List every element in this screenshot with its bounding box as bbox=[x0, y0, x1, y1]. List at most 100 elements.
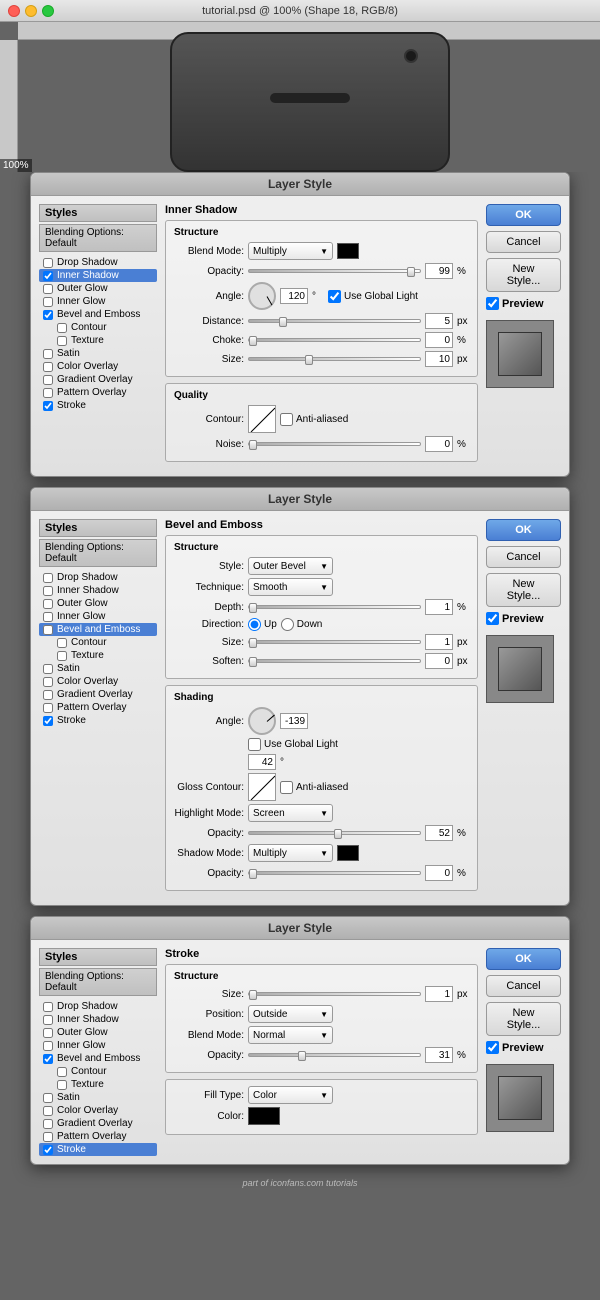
style-inner-shadow-2[interactable]: Inner Shadow bbox=[39, 584, 157, 597]
preview-check-row-3[interactable]: Preview bbox=[486, 1041, 561, 1054]
dir-up-radio-2[interactable] bbox=[248, 618, 261, 631]
close-button[interactable] bbox=[8, 5, 20, 17]
new-style-button-1[interactable]: New Style... bbox=[486, 258, 561, 292]
style-inner-shadow-1[interactable]: Inner Shadow bbox=[39, 269, 157, 282]
style-stroke-3[interactable]: Stroke bbox=[39, 1143, 157, 1156]
color-overlay-check-1[interactable] bbox=[43, 362, 53, 372]
size-thumb-2[interactable] bbox=[249, 638, 257, 648]
style-gradient-overlay-1[interactable]: Gradient Overlay bbox=[39, 373, 157, 386]
gradient-overlay-check-3[interactable] bbox=[43, 1119, 53, 1129]
ok-button-3[interactable]: OK bbox=[486, 948, 561, 970]
noise-thumb-1[interactable] bbox=[249, 440, 257, 450]
style-bevel-emboss-3[interactable]: Bevel and Emboss bbox=[39, 1052, 157, 1065]
contour-check-3[interactable] bbox=[57, 1067, 67, 1077]
size-slider-3[interactable] bbox=[248, 992, 421, 996]
technique-dropdown-2[interactable]: Smooth ▼ bbox=[248, 578, 333, 596]
new-style-button-3[interactable]: New Style... bbox=[486, 1002, 561, 1036]
style-bevel-emboss-2[interactable]: Bevel and Emboss bbox=[39, 623, 157, 636]
size-value-2[interactable] bbox=[425, 634, 453, 650]
texture-check-3[interactable] bbox=[57, 1080, 67, 1090]
size-value-3[interactable] bbox=[425, 986, 453, 1002]
highlight-opacity-slider-2[interactable] bbox=[248, 831, 421, 835]
blending-options-3[interactable]: Blending Options: Default bbox=[39, 968, 157, 996]
shadow-mode-dropdown-2[interactable]: Multiply ▼ bbox=[248, 844, 333, 862]
color-overlay-check-3[interactable] bbox=[43, 1106, 53, 1116]
style-satin-3[interactable]: Satin bbox=[39, 1091, 157, 1104]
inner-shadow-check-2[interactable] bbox=[43, 586, 53, 596]
style-gradient-overlay-2[interactable]: Gradient Overlay bbox=[39, 688, 157, 701]
depth-value-2[interactable] bbox=[425, 599, 453, 615]
style-gradient-overlay-3[interactable]: Gradient Overlay bbox=[39, 1117, 157, 1130]
noise-value-1[interactable] bbox=[425, 436, 453, 452]
blend-mode-dropdown-1[interactable]: Multiply ▼ bbox=[248, 242, 333, 260]
style-inner-shadow-3[interactable]: Inner Shadow bbox=[39, 1013, 157, 1026]
gradient-overlay-check-1[interactable] bbox=[43, 375, 53, 385]
anti-aliased-check-2[interactable] bbox=[280, 781, 293, 794]
shadow-opacity-value-2[interactable] bbox=[425, 865, 453, 881]
texture-check-1[interactable] bbox=[57, 336, 67, 346]
pattern-overlay-check-3[interactable] bbox=[43, 1132, 53, 1142]
opacity-thumb-1[interactable] bbox=[407, 267, 415, 277]
style-contour-1[interactable]: Contour bbox=[39, 321, 157, 334]
altitude-value-2[interactable] bbox=[248, 754, 276, 770]
style-outer-glow-1[interactable]: Outer Glow bbox=[39, 282, 157, 295]
style-color-overlay-1[interactable]: Color Overlay bbox=[39, 360, 157, 373]
global-light-check-1[interactable] bbox=[328, 290, 341, 303]
preview-check-1[interactable] bbox=[486, 297, 499, 310]
pattern-overlay-check-1[interactable] bbox=[43, 388, 53, 398]
style-satin-1[interactable]: Satin bbox=[39, 347, 157, 360]
blending-options-2[interactable]: Blending Options: Default bbox=[39, 539, 157, 567]
opacity-value-1[interactable] bbox=[425, 263, 453, 279]
style-color-overlay-3[interactable]: Color Overlay bbox=[39, 1104, 157, 1117]
contour-preview-1[interactable] bbox=[248, 405, 276, 433]
global-light-check-2[interactable] bbox=[248, 738, 261, 751]
maximize-button[interactable] bbox=[42, 5, 54, 17]
opacity-slider-3[interactable] bbox=[248, 1053, 421, 1057]
fill-type-dropdown-3[interactable]: Color ▼ bbox=[248, 1086, 333, 1104]
size-thumb-1[interactable] bbox=[305, 355, 313, 365]
style-texture-1[interactable]: Texture bbox=[39, 334, 157, 347]
style-pattern-overlay-3[interactable]: Pattern Overlay bbox=[39, 1130, 157, 1143]
opacity-thumb-3[interactable] bbox=[298, 1051, 306, 1061]
style-outer-glow-2[interactable]: Outer Glow bbox=[39, 597, 157, 610]
distance-thumb-1[interactable] bbox=[279, 317, 287, 327]
angle-value-1[interactable] bbox=[280, 288, 308, 304]
inner-glow-check-2[interactable] bbox=[43, 612, 53, 622]
style-contour-2[interactable]: Contour bbox=[39, 636, 157, 649]
satin-check-2[interactable] bbox=[43, 664, 53, 674]
soften-slider-2[interactable] bbox=[248, 659, 421, 663]
distance-value-1[interactable] bbox=[425, 313, 453, 329]
anti-aliased-check-1[interactable] bbox=[280, 413, 293, 426]
style-color-overlay-2[interactable]: Color Overlay bbox=[39, 675, 157, 688]
texture-check-2[interactable] bbox=[57, 651, 67, 661]
inner-glow-check-3[interactable] bbox=[43, 1041, 53, 1051]
minimize-button[interactable] bbox=[25, 5, 37, 17]
soften-thumb-2[interactable] bbox=[249, 657, 257, 667]
style-stroke-1[interactable]: Stroke bbox=[39, 399, 157, 412]
choke-slider-1[interactable] bbox=[248, 338, 421, 342]
bevel-emboss-check-3[interactable] bbox=[43, 1054, 53, 1064]
stroke-check-1[interactable] bbox=[43, 401, 53, 411]
outer-glow-check-3[interactable] bbox=[43, 1028, 53, 1038]
noise-slider-1[interactable] bbox=[248, 442, 421, 446]
contour-check-1[interactable] bbox=[57, 323, 67, 333]
style-drop-shadow-2[interactable]: Drop Shadow bbox=[39, 571, 157, 584]
style-drop-shadow-1[interactable]: Drop Shadow bbox=[39, 256, 157, 269]
angle-dial-2[interactable] bbox=[248, 707, 276, 735]
bevel-emboss-check-2[interactable] bbox=[43, 625, 53, 635]
drop-shadow-check-2[interactable] bbox=[43, 573, 53, 583]
opacity-value-3[interactable] bbox=[425, 1047, 453, 1063]
preview-check-2[interactable] bbox=[486, 612, 499, 625]
angle-value-2[interactable] bbox=[280, 713, 308, 729]
stroke-color-box-3[interactable] bbox=[248, 1107, 280, 1125]
global-light-row-1[interactable]: Use Global Light bbox=[328, 290, 418, 303]
highlight-mode-dropdown-2[interactable]: Screen ▼ bbox=[248, 804, 333, 822]
choke-value-1[interactable] bbox=[425, 332, 453, 348]
style-pattern-overlay-1[interactable]: Pattern Overlay bbox=[39, 386, 157, 399]
style-pattern-overlay-2[interactable]: Pattern Overlay bbox=[39, 701, 157, 714]
drop-shadow-check-3[interactable] bbox=[43, 1002, 53, 1012]
style-inner-glow-2[interactable]: Inner Glow bbox=[39, 610, 157, 623]
preview-check-3[interactable] bbox=[486, 1041, 499, 1054]
cancel-button-3[interactable]: Cancel bbox=[486, 975, 561, 997]
style-inner-glow-3[interactable]: Inner Glow bbox=[39, 1039, 157, 1052]
